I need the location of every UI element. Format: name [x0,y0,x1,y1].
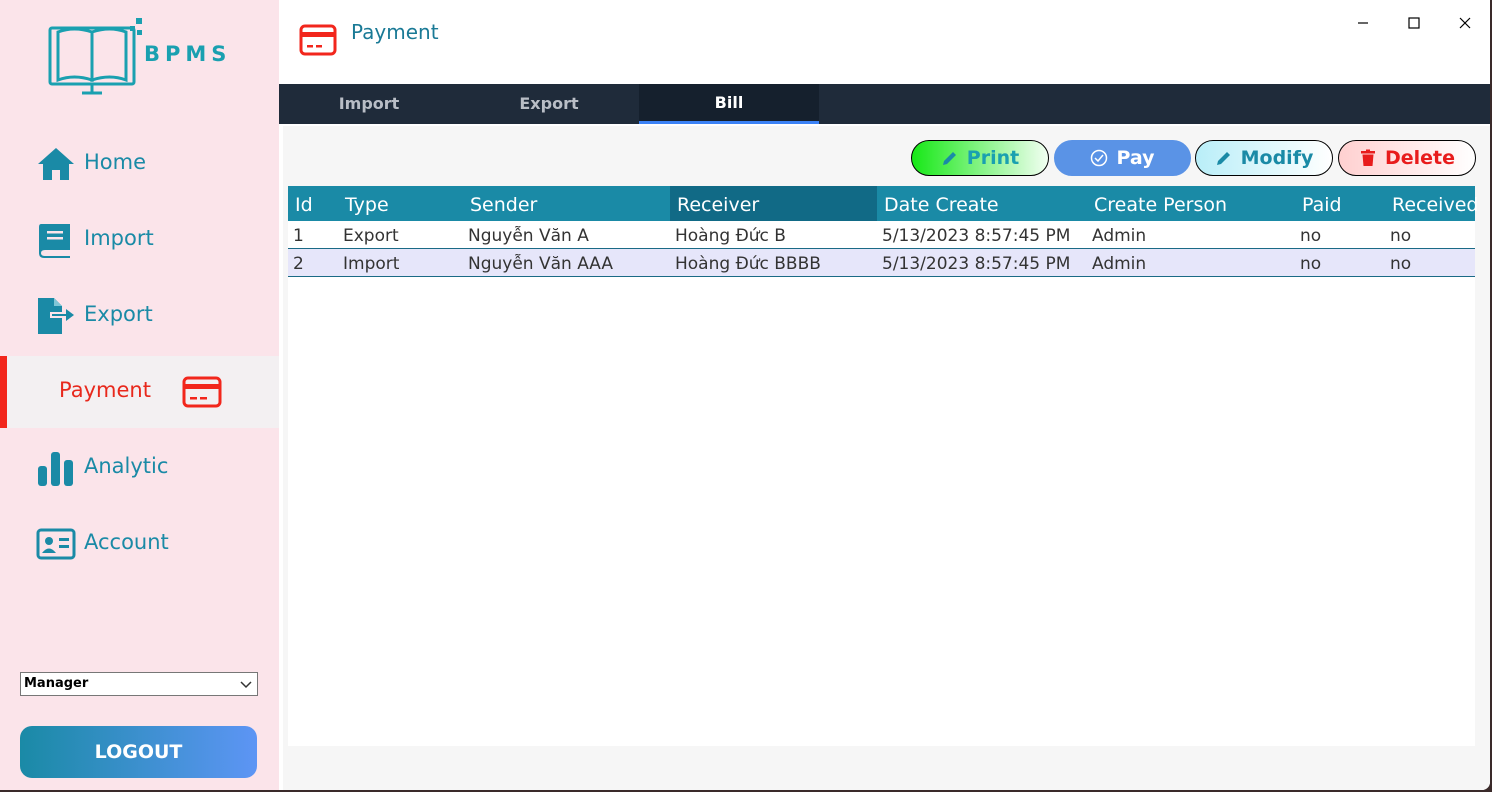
column-header-paid[interactable]: Paid [1295,186,1385,221]
id-card-icon [36,528,76,560]
pencil-icon [1216,152,1230,165]
print-button-label: Print [966,147,1020,169]
cell-type: Import [343,254,400,274]
trash-icon [1360,149,1375,166]
chevron-down-icon [240,681,252,689]
column-header-type[interactable]: Type [338,186,463,221]
modify-button[interactable]: Modify [1195,140,1333,176]
cell-date-create: 5/13/2023 8:57:45 PM [882,254,1071,274]
sidebar-item-import[interactable]: Import [0,204,279,276]
book-icon [39,224,70,258]
sidebar-item-label: Account [84,530,169,554]
role-select-value: Manager [24,676,89,691]
sidebar-item-payment[interactable]: Payment [0,356,279,428]
minimize-icon[interactable] [1352,12,1374,34]
table-row[interactable]: 1 Export Nguyễn Văn A Hoàng Đức B 5/13/2… [288,221,1475,249]
home-icon [38,148,74,180]
pay-button-label: Pay [1116,147,1155,169]
app-window: BPMS Home Import Export Payment Analytic… [0,0,1490,790]
cell-received: no [1390,226,1412,246]
sidebar-item-analytic[interactable]: Analytic [0,432,279,504]
cell-id: 1 [293,226,304,246]
cell-receiver: Hoàng Đức B [675,226,786,246]
file-export-icon [38,298,74,334]
close-icon[interactable] [1454,12,1476,34]
column-header-date-create[interactable]: Date Create [877,186,1087,221]
tab-export[interactable]: Export [459,84,639,124]
cell-received: no [1390,254,1412,274]
cell-date-create: 5/13/2023 8:57:45 PM [882,226,1071,246]
sidebar-item-label: Analytic [84,454,169,478]
column-header-create-person[interactable]: Create Person [1087,186,1295,221]
page-header: Payment [279,0,1490,84]
cell-id: 2 [293,254,304,274]
active-indicator [0,356,7,428]
cell-create-person: Admin [1092,226,1147,246]
delete-button[interactable]: Delete [1338,140,1476,176]
cell-sender: Nguyễn Văn A [468,226,589,246]
logout-button[interactable]: LOGOUT [20,726,257,778]
column-header-id[interactable]: Id [288,186,338,221]
cell-sender: Nguyễn Văn AAA [468,254,614,274]
sidebar-item-label: Import [84,226,154,250]
sidebar-item-label: Export [84,302,153,326]
sidebar-item-label: Payment [59,378,151,402]
cell-paid: no [1300,226,1322,246]
column-header-received[interactable]: Received [1385,186,1478,221]
table-row[interactable]: 2 Import Nguyễn Văn AAA Hoàng Đức BBBB 5… [288,249,1475,277]
credit-card-icon [299,24,337,56]
column-header-sender[interactable]: Sender [463,186,670,221]
role-select[interactable]: Manager [20,672,258,696]
cell-create-person: Admin [1092,254,1147,274]
bar-chart-icon [38,452,73,486]
credit-card-icon [182,376,222,408]
modify-button-label: Modify [1240,147,1314,169]
sidebar: BPMS Home Import Export Payment Analytic… [0,0,279,790]
cell-paid: no [1300,254,1322,274]
app-logo: BPMS [44,18,244,98]
cell-receiver: Hoàng Đức BBBB [675,254,821,274]
sidebar-item-home[interactable]: Home [0,128,279,200]
page-title: Payment [351,20,439,44]
maximize-icon[interactable] [1403,12,1425,34]
book-monitor-logo-icon [48,18,142,95]
tab-import[interactable]: Import [279,84,459,124]
pencil-icon [942,152,956,165]
table-header: Id Type Sender Receiver Date Create Crea… [288,186,1478,221]
tab-bar: Import Export Bill [279,84,1490,124]
check-circle-icon [1091,149,1108,167]
sidebar-item-label: Home [84,150,147,174]
sidebar-item-account[interactable]: Account [0,508,279,580]
cell-type: Export [343,226,399,246]
column-header-receiver[interactable]: Receiver [670,186,877,221]
tab-bill[interactable]: Bill [639,84,819,124]
pay-button[interactable]: Pay [1054,140,1191,176]
sidebar-nav: Home Import Export Payment Analytic Acco… [0,128,279,584]
sidebar-item-export[interactable]: Export [0,280,279,352]
logo-text: BPMS [144,42,232,66]
print-button[interactable]: Print [911,140,1049,176]
main-content: Print Pay Modify Delete Id Type Sender R… [283,126,1490,790]
bill-table: Id Type Sender Receiver Date Create Crea… [288,186,1478,746]
delete-button-label: Delete [1384,147,1456,169]
